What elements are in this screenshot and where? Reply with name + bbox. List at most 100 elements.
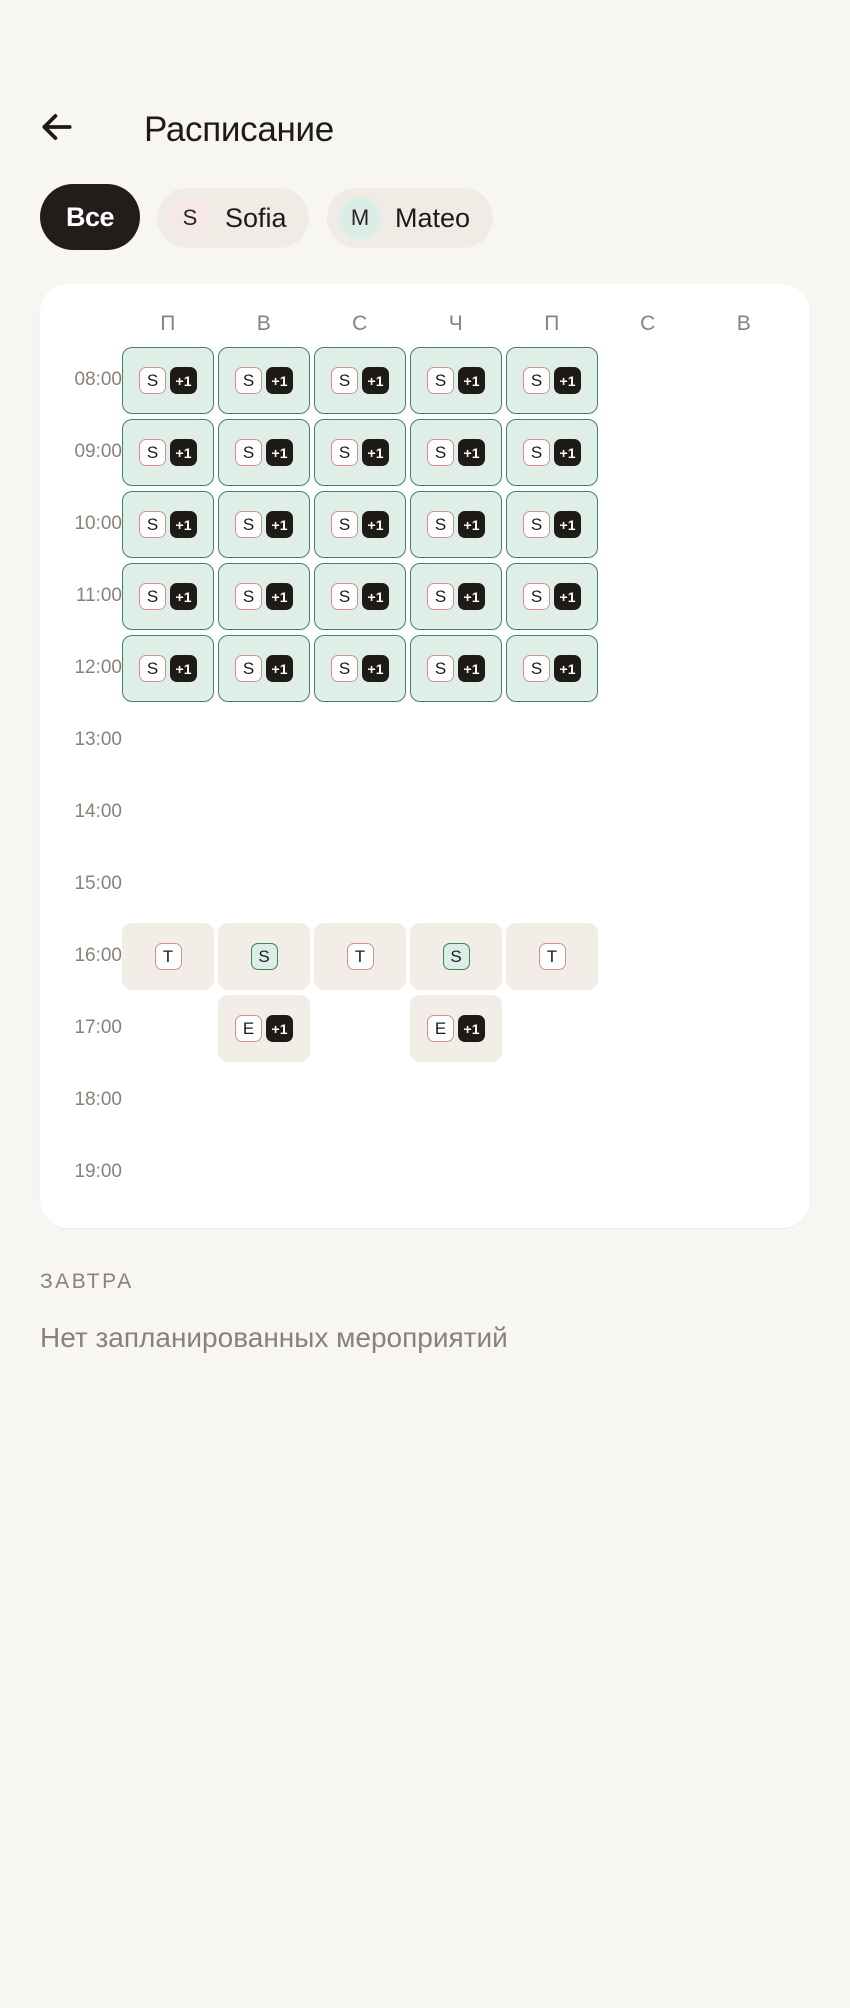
more-participants-badge: +1 — [362, 439, 389, 466]
event-slot[interactable]: T — [506, 923, 598, 990]
participant-badge: S — [427, 439, 454, 466]
participant-badge: S — [235, 439, 262, 466]
event-slot[interactable]: S +1 — [122, 491, 214, 558]
participant-badge: S — [139, 439, 166, 466]
time-label: 13:00 — [74, 729, 122, 750]
event-slot[interactable]: E +1 — [410, 995, 502, 1062]
event-slot[interactable]: E +1 — [218, 995, 310, 1062]
more-participants-badge: +1 — [458, 511, 485, 538]
event-slot[interactable]: S +1 — [314, 563, 406, 630]
event-slot[interactable]: S +1 — [506, 347, 598, 414]
event-slot[interactable]: S +1 — [410, 635, 502, 702]
event-slot[interactable]: S +1 — [122, 419, 214, 486]
day-header: П — [544, 312, 560, 335]
more-participants-badge: +1 — [458, 1015, 485, 1042]
more-participants-badge: +1 — [362, 655, 389, 682]
arrow-left-icon — [42, 114, 72, 140]
event-slot[interactable]: S +1 — [506, 635, 598, 702]
event-slot[interactable]: T — [314, 923, 406, 990]
more-participants-badge: +1 — [266, 439, 293, 466]
event-slot[interactable]: T — [122, 923, 214, 990]
event-slot[interactable]: S +1 — [314, 491, 406, 558]
participant-badge: S — [235, 583, 262, 610]
event-slot[interactable]: S +1 — [410, 491, 502, 558]
event-slot[interactable]: S — [218, 923, 310, 990]
more-participants-badge: +1 — [266, 1015, 293, 1042]
participant-badge: S — [235, 511, 262, 538]
day-header: Ч — [448, 312, 464, 335]
event-slot[interactable]: S +1 — [506, 419, 598, 486]
time-label: 10:00 — [74, 513, 122, 534]
time-label: 12:00 — [74, 657, 122, 678]
event-slot[interactable]: S +1 — [314, 635, 406, 702]
day-header: С — [352, 312, 368, 335]
avatar: S — [169, 197, 211, 239]
event-slot[interactable]: S +1 — [122, 347, 214, 414]
day-header: В — [256, 312, 272, 335]
event-slot[interactable]: S +1 — [410, 563, 502, 630]
more-participants-badge: +1 — [458, 439, 485, 466]
participant-badge: S — [331, 439, 358, 466]
more-participants-badge: +1 — [362, 367, 389, 394]
more-participants-badge: +1 — [458, 655, 485, 682]
participant-badge: S — [523, 367, 550, 394]
person-name: Sofia — [225, 202, 287, 233]
person-name: Mateo — [395, 202, 471, 233]
participant-badge: S — [139, 583, 166, 610]
more-participants-badge: +1 — [458, 367, 485, 394]
participant-badge: S — [427, 511, 454, 538]
day-header: В — [736, 312, 752, 335]
event-slot[interactable]: S +1 — [506, 563, 598, 630]
more-participants-badge: +1 — [554, 367, 581, 394]
event-slot[interactable]: S +1 — [314, 347, 406, 414]
more-participants-badge: +1 — [458, 583, 485, 610]
event-slot[interactable]: S — [410, 923, 502, 990]
day-header: П — [160, 312, 176, 335]
filter-chip-sofia[interactable]: S Sofia — [157, 188, 309, 248]
event-slot[interactable]: S +1 — [122, 563, 214, 630]
participant-badge: S — [427, 367, 454, 394]
participant-badge: S — [331, 511, 358, 538]
event-slot[interactable]: S +1 — [218, 419, 310, 486]
event-slot[interactable]: S +1 — [410, 419, 502, 486]
more-participants-badge: +1 — [554, 511, 581, 538]
event-slot[interactable]: S +1 — [218, 563, 310, 630]
more-participants-badge: +1 — [362, 511, 389, 538]
event-slot[interactable]: S +1 — [218, 635, 310, 702]
event-slot[interactable]: S +1 — [218, 347, 310, 414]
participant-badge: S — [250, 943, 278, 970]
more-participants-badge: +1 — [170, 511, 197, 538]
participant-badge: S — [235, 367, 262, 394]
more-participants-badge: +1 — [170, 583, 197, 610]
participant-badge: S — [427, 583, 454, 610]
time-label: 14:00 — [74, 801, 122, 822]
participant-badge: S — [523, 511, 550, 538]
time-label: 18:00 — [74, 1089, 122, 1110]
participant-badge: E — [427, 1015, 454, 1042]
back-button[interactable] — [38, 108, 82, 152]
participant-badge: E — [235, 1015, 262, 1042]
time-label: 16:00 — [74, 945, 122, 966]
participant-badge: T — [154, 943, 182, 970]
time-label: 19:00 — [74, 1161, 122, 1182]
participant-badge: S — [139, 367, 166, 394]
filter-chip-mateo[interactable]: M Mateo — [327, 188, 493, 248]
filter-chip-all[interactable]: Все — [40, 184, 140, 250]
page-title: Расписание — [144, 110, 334, 149]
event-slot[interactable]: S +1 — [122, 635, 214, 702]
more-participants-badge: +1 — [266, 511, 293, 538]
time-label: 15:00 — [74, 873, 122, 894]
participant-badge: S — [427, 655, 454, 682]
tomorrow-section-label: ЗАВТРА — [40, 1270, 134, 1293]
event-slot[interactable]: S +1 — [506, 491, 598, 558]
participant-badge: S — [331, 655, 358, 682]
more-participants-badge: +1 — [554, 655, 581, 682]
more-participants-badge: +1 — [170, 439, 197, 466]
event-slot[interactable]: S +1 — [314, 419, 406, 486]
time-label: 17:00 — [74, 1017, 122, 1038]
more-participants-badge: +1 — [362, 583, 389, 610]
event-slot[interactable]: S +1 — [410, 347, 502, 414]
participant-badge: S — [331, 583, 358, 610]
time-label: 08:00 — [74, 369, 122, 390]
event-slot[interactable]: S +1 — [218, 491, 310, 558]
